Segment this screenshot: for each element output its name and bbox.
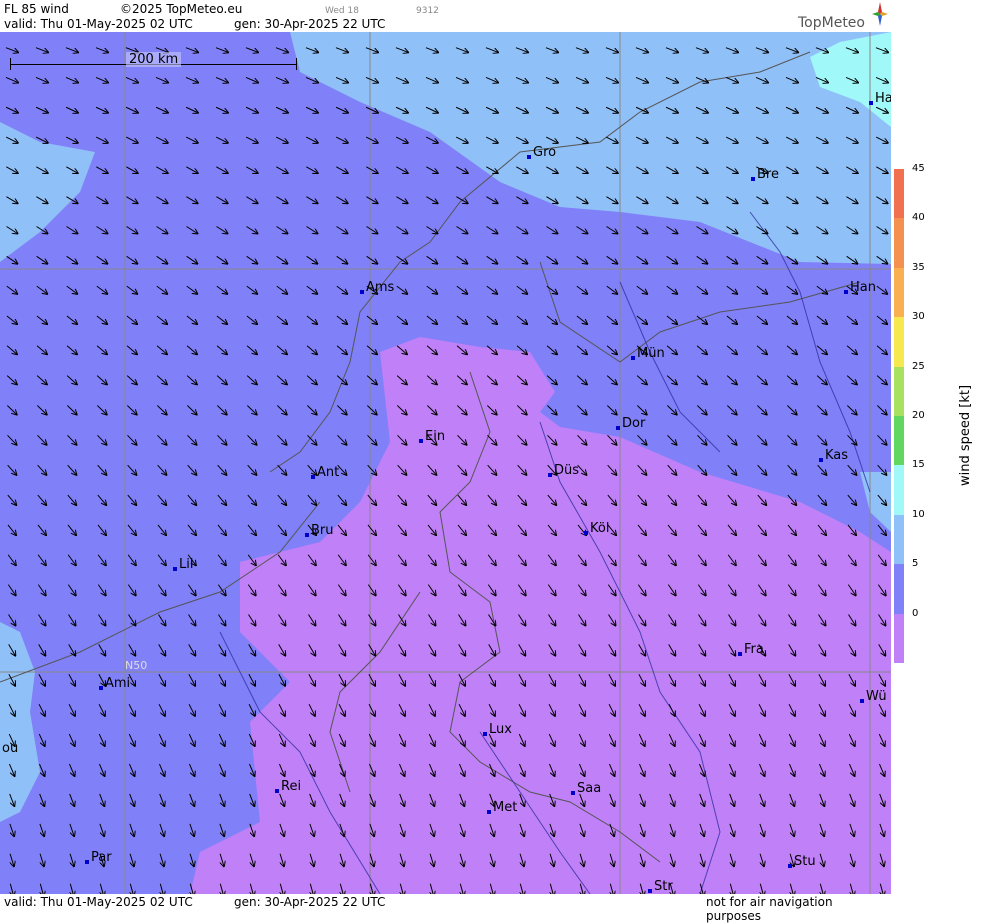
- city-name: Met: [493, 800, 518, 815]
- city-name: Lil: [179, 557, 194, 572]
- logo-text: TopMeteo: [798, 15, 865, 31]
- city-marker-icon: [487, 810, 491, 814]
- legend-tick-label: 0: [912, 607, 919, 619]
- footer-valid: valid: Thu 01-May-2025 02 UTC: [4, 895, 193, 909]
- city-marker-icon: [869, 101, 873, 105]
- city-name: Kas: [825, 448, 849, 463]
- product-title: FL 85 wind: [4, 2, 69, 16]
- legend-tick-label: 20: [912, 410, 925, 421]
- city-marker-icon: [99, 686, 103, 690]
- city-marker-icon: [360, 290, 364, 294]
- legend-tick-label: 10: [912, 508, 925, 520]
- latitude-label: N50: [125, 659, 148, 672]
- legend-swatch: [894, 267, 904, 318]
- footer-generated: gen: 30-Apr-2025 22 UTC: [234, 895, 386, 909]
- city-marker-icon: [860, 699, 864, 703]
- city-name: Han: [850, 280, 876, 295]
- city-marker-icon: [648, 889, 652, 893]
- city-marker-icon: [173, 567, 177, 571]
- city-name: Ha: [875, 91, 891, 106]
- run-day: Wed 18: [325, 6, 359, 16]
- city-marker-icon: [419, 439, 423, 443]
- scale-label: 200 km: [126, 52, 182, 67]
- valid-time: valid: Thu 01-May-2025 02 UTC: [4, 17, 193, 31]
- city-marker-icon: [751, 177, 755, 181]
- city-name: Düs: [554, 463, 580, 478]
- legend-swatch: [894, 613, 904, 663]
- legend-tick-label: 25: [912, 360, 925, 372]
- legend-tick-label: 5: [912, 558, 919, 570]
- color-legend: [894, 169, 908, 663]
- city-name: ou: [2, 741, 19, 756]
- city-marker-icon: [788, 864, 792, 868]
- run-code: 9312: [416, 6, 439, 16]
- topmeteo-logo: TopMeteo: [798, 2, 888, 32]
- footer-disclaimer: not for air navigation purposes: [706, 895, 833, 923]
- legend-tick-label: 40: [912, 212, 925, 224]
- city-marker-icon: [275, 789, 279, 793]
- footer: valid: Thu 01-May-2025 02 UTC gen: 30-Ap…: [0, 895, 891, 923]
- city-name: Ein: [425, 429, 446, 444]
- wind-map[interactable]: 200 km N50 Ha Gro Bre Ams Han Mün Dor Ein Düs Kas…: [0, 32, 891, 894]
- legend-swatch: [894, 317, 904, 367]
- city-name: Ami: [105, 676, 131, 691]
- city-marker-icon: [819, 458, 823, 462]
- city-name: Stu: [794, 854, 816, 869]
- city-name: Dor: [622, 416, 646, 431]
- city-name: Ant: [317, 465, 340, 480]
- city-marker-icon: [548, 473, 552, 477]
- city-name: Lux: [489, 722, 512, 737]
- legend-swatch: [894, 465, 904, 515]
- city-name: Par: [91, 850, 112, 865]
- city-name: Rei: [281, 779, 302, 794]
- city-marker-icon: [311, 475, 315, 479]
- generated-time: gen: 30-Apr-2025 22 UTC: [234, 17, 386, 31]
- city-marker-icon: [844, 290, 848, 294]
- city-name: Saa: [577, 781, 602, 796]
- city-name: Bre: [757, 167, 779, 182]
- legend-swatch: [894, 514, 904, 565]
- scale-bar: 200 km: [10, 52, 298, 70]
- copyright: ©2025 TopMeteo.eu: [120, 2, 243, 16]
- city-name: Wü: [866, 689, 887, 704]
- city-marker-icon: [483, 732, 487, 736]
- legend-tick-label: 35: [912, 261, 925, 273]
- city-marker-icon: [571, 791, 575, 795]
- city-name: Fra: [744, 642, 764, 657]
- city-marker-icon: [631, 356, 635, 360]
- legend-swatch: [894, 218, 904, 268]
- city-name: Bru: [311, 523, 334, 538]
- compass-star-icon: [872, 2, 888, 26]
- city-marker-icon: [305, 533, 309, 537]
- city-marker-icon: [527, 155, 531, 159]
- legend-swatch: [894, 169, 904, 219]
- legend-label: wind speed [kt]: [958, 384, 973, 486]
- legend-swatch: [894, 366, 904, 416]
- city-name: Str: [654, 879, 673, 894]
- city-name: Mün: [637, 346, 665, 361]
- city-marker-icon: [85, 860, 89, 864]
- city-marker-icon: [738, 652, 742, 656]
- legend-swatch: [894, 564, 904, 614]
- city-marker-icon: [616, 426, 620, 430]
- city-name: Ams: [366, 280, 395, 295]
- legend-tick-label: 30: [912, 311, 925, 323]
- legend-tick-label: 45: [912, 163, 925, 174]
- city-name: Köl: [590, 521, 610, 536]
- city-name: Gro: [533, 145, 557, 160]
- legend-tick-label: 15: [912, 459, 925, 471]
- legend-swatch: [894, 416, 904, 466]
- city-marker-icon: [584, 531, 588, 535]
